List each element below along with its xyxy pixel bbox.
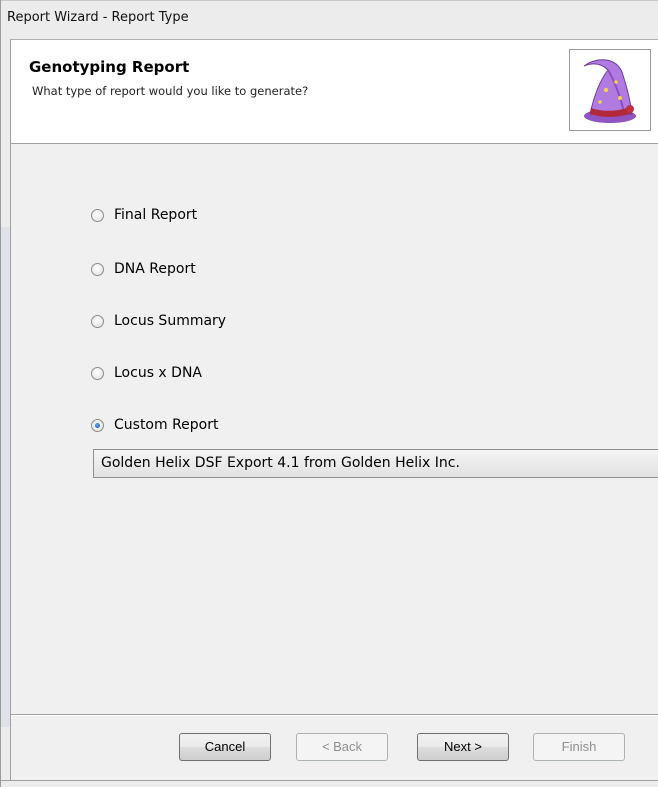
report-wizard-window: Report Wizard - Report Type Genotyping R… bbox=[0, 0, 658, 787]
window-bottom-edge bbox=[1, 780, 658, 787]
radio-label: Custom Report bbox=[114, 417, 219, 433]
radio-label: Final Report bbox=[114, 207, 198, 223]
cancel-button[interactable]: Cancel bbox=[179, 733, 271, 761]
radio-label: DNA Report bbox=[114, 261, 196, 277]
custom-report-select-value: Golden Helix DSF Export 4.1 from Golden … bbox=[101, 455, 460, 471]
radio-button[interactable] bbox=[91, 208, 104, 222]
wizard-page: Genotyping Report What type of report wo… bbox=[11, 39, 658, 780]
radio-dna-report[interactable]: DNA Report bbox=[91, 259, 196, 279]
radio-button[interactable] bbox=[91, 262, 104, 276]
radio-custom-report[interactable]: Custom Report bbox=[91, 415, 219, 435]
radio-label: Locus Summary bbox=[114, 313, 227, 329]
footer-divider-highlight bbox=[11, 715, 658, 716]
page-heading: Genotyping Report bbox=[29, 58, 190, 76]
radio-final-report[interactable]: Final Report bbox=[91, 205, 197, 225]
radio-locus-summary[interactable]: Locus Summary bbox=[91, 311, 226, 331]
back-button[interactable]: < Back bbox=[296, 733, 388, 761]
next-button[interactable]: Next > bbox=[417, 733, 509, 761]
finish-button[interactable]: Finish bbox=[533, 733, 625, 761]
page-subheading: What type of report would you like to ge… bbox=[32, 84, 309, 98]
left-edge-shade bbox=[1, 227, 10, 727]
window-left-edge bbox=[1, 39, 11, 781]
radio-button[interactable] bbox=[91, 366, 104, 380]
custom-report-select[interactable]: Golden Helix DSF Export 4.1 from Golden … bbox=[93, 449, 658, 478]
radio-label: Locus x DNA bbox=[114, 365, 202, 381]
radio-button[interactable] bbox=[91, 314, 104, 328]
radio-locus-x-dna[interactable]: Locus x DNA bbox=[91, 363, 202, 383]
window-title: Report Wizard - Report Type bbox=[7, 10, 189, 25]
wizard-header: Genotyping Report What type of report wo… bbox=[11, 40, 658, 144]
wizard-hat-icon bbox=[569, 49, 651, 131]
title-bar[interactable]: Report Wizard - Report Type bbox=[1, 0, 658, 39]
radio-button-selected[interactable] bbox=[91, 418, 104, 432]
